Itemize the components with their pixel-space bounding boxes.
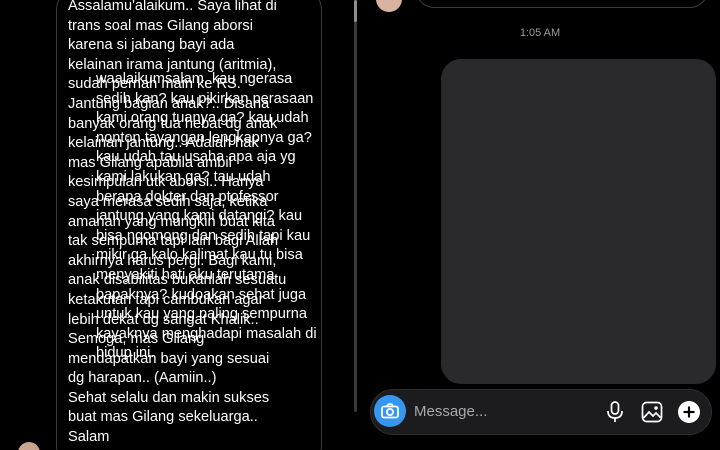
voice-message-button[interactable] <box>602 399 628 425</box>
sent-message-bubble[interactable] <box>441 59 716 384</box>
camera-button[interactable] <box>374 395 406 427</box>
plus-icon <box>678 401 700 423</box>
message-timestamp: 1:05 AM <box>519 27 561 39</box>
message-input[interactable]: Message... <box>414 403 487 420</box>
right-conversation-pane: 1:05 AM <box>360 0 720 450</box>
camera-icon <box>381 403 399 419</box>
gallery-button[interactable] <box>639 399 665 425</box>
sent-message-text: waalaikumsalam, kau ngerasa sedih kan? k… <box>96 71 317 362</box>
sender-avatar[interactable] <box>18 442 40 450</box>
scrollbar-thumb[interactable] <box>354 0 357 22</box>
gallery-icon <box>641 401 663 423</box>
more-options-button[interactable] <box>676 399 702 425</box>
microphone-icon <box>607 401 623 422</box>
contact-avatar[interactable] <box>376 0 402 12</box>
previous-message-bubble[interactable] <box>416 0 708 8</box>
